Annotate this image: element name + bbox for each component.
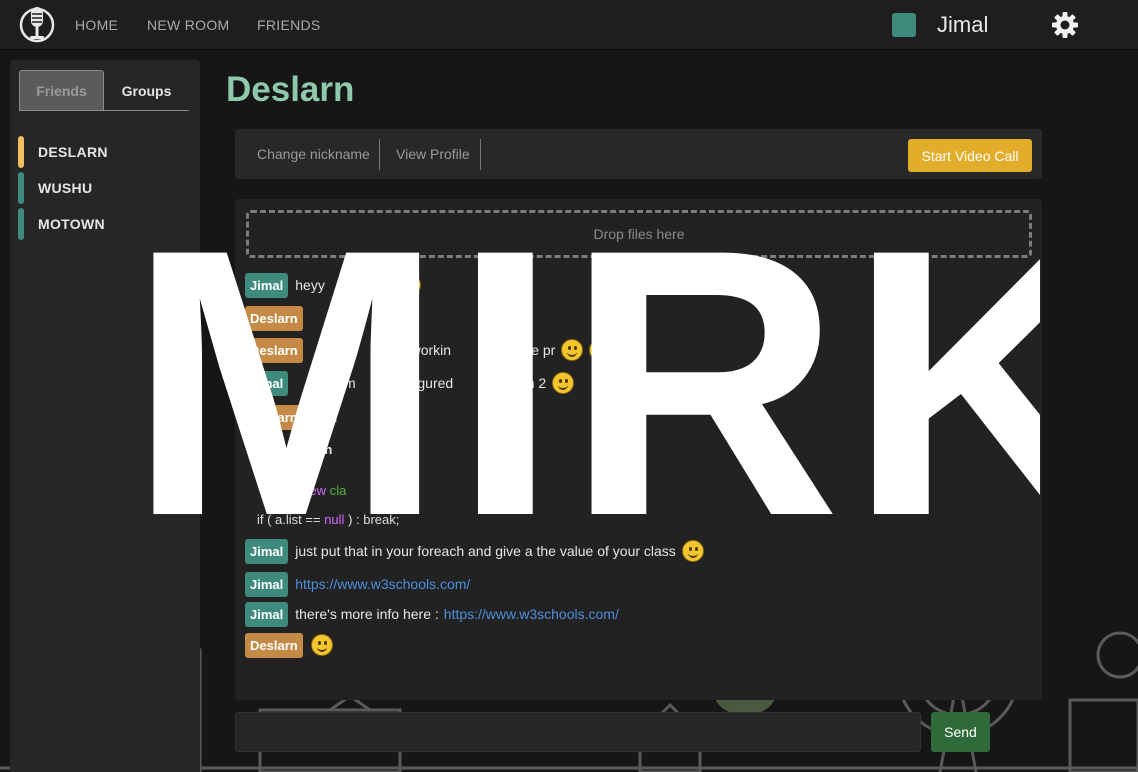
author-badge: Jimal xyxy=(245,370,289,396)
friend-color-bar xyxy=(18,136,24,168)
view-profile-link[interactable]: View Profile xyxy=(396,146,470,162)
chat-message: Jimal heyy? xyxy=(245,271,421,299)
smile-emoji-icon xyxy=(561,339,584,361)
gear-icon[interactable] xyxy=(1052,12,1078,38)
change-nickname-link[interactable]: Change nickname xyxy=(257,146,370,162)
page-title: Deslarn xyxy=(226,70,355,109)
author-badge: Jimal xyxy=(245,538,289,564)
toolbar-divider xyxy=(379,139,380,170)
chat-message: Jimal there's more info here : https://w… xyxy=(245,600,619,628)
smile-emoji-icon xyxy=(310,634,333,656)
tab-divider xyxy=(19,110,189,111)
user-color-swatch xyxy=(892,13,916,37)
smile-emoji-icon xyxy=(377,406,400,428)
message-text: som? i figured estion 2 xyxy=(329,375,547,391)
friend-name: MOTOWN xyxy=(38,216,105,232)
chat-message: Deslarn xyxy=(245,304,303,332)
start-video-call-button[interactable]: Start Video Call xyxy=(908,139,1032,172)
author-badge: Deslarn xyxy=(245,632,303,658)
message-text: heyy? xyxy=(295,277,393,293)
friend-name: DESLARN xyxy=(38,144,108,160)
tab-friends[interactable]: Friends xyxy=(19,70,104,111)
nav-friends-link[interactable]: FRIENDS xyxy=(257,17,321,33)
chat-message: Deslarn ure ! xyxy=(245,403,400,431)
message-input[interactable] xyxy=(235,712,921,752)
sidebar-item-motown[interactable]: MOTOWN xyxy=(18,208,188,240)
message-text: ure ! xyxy=(309,409,338,425)
user-name[interactable]: Jimal xyxy=(937,12,988,38)
nav-new-room-link[interactable]: NEW ROOM xyxy=(147,17,230,33)
room-toolbar: Change nickname View Profile Start Video… xyxy=(235,129,1042,179)
message-text: there's more info here : xyxy=(295,606,439,622)
author-badge: Jimal xyxy=(245,272,289,298)
frown-emoji-icon xyxy=(589,339,612,361)
chat-message: Jimal just put that in your foreach and … xyxy=(245,537,704,565)
top-navbar: HOME NEW ROOM FRIENDS Jimal xyxy=(0,0,1138,50)
toolbar-divider xyxy=(480,139,481,170)
author-badge: Jimal xyxy=(245,571,289,597)
code-snippet-title: ode Sn xyxy=(289,442,333,457)
friend-color-bar xyxy=(18,172,24,204)
nav-home-link[interactable]: HOME xyxy=(75,17,118,33)
message-text: just put that in your foreach and give a… xyxy=(295,543,676,559)
sidebar: Friends Groups DESLARN WUSHU MOTOWN xyxy=(10,60,200,772)
chat-message: Deslarn ng i'm workin at code pr xyxy=(245,336,612,364)
chat-message: Jimal som? i figured estion 2 xyxy=(245,369,575,397)
code-line: = new cla xyxy=(291,483,347,498)
friend-color-bar xyxy=(18,208,24,240)
author-badge: Deslarn xyxy=(245,337,303,363)
chat-message: Jimal https://www.w3schools.com/ xyxy=(245,570,470,598)
code-line: if ( a.list == null ) : break; xyxy=(257,512,400,527)
friend-name: WUSHU xyxy=(38,180,93,196)
author-badge: Jimal xyxy=(245,601,289,627)
chat-message: Deslarn xyxy=(245,631,333,659)
message-link[interactable]: https://www.w3schools.com/ xyxy=(444,606,619,622)
microphone-icon[interactable] xyxy=(18,5,56,43)
tab-groups[interactable]: Groups xyxy=(104,70,189,111)
message-link[interactable]: https://www.w3schools.com/ xyxy=(295,576,470,592)
smile-emoji-icon xyxy=(681,540,704,562)
author-badge: Deslarn xyxy=(245,305,303,331)
author-badge: Deslarn xyxy=(245,404,303,430)
sidebar-item-wushu[interactable]: WUSHU xyxy=(18,172,188,204)
smile-emoji-icon xyxy=(552,372,575,394)
file-drop-zone[interactable]: Drop files here xyxy=(246,210,1032,258)
message-text: ng i'm workin at code pr xyxy=(339,342,556,358)
chat-panel[interactable]: Drop files here Jimal heyy? Deslarn Desl… xyxy=(235,199,1042,700)
send-button[interactable]: Send xyxy=(931,712,990,752)
smile-emoji-icon xyxy=(398,274,421,296)
sidebar-item-deslarn[interactable]: DESLARN xyxy=(18,136,188,168)
